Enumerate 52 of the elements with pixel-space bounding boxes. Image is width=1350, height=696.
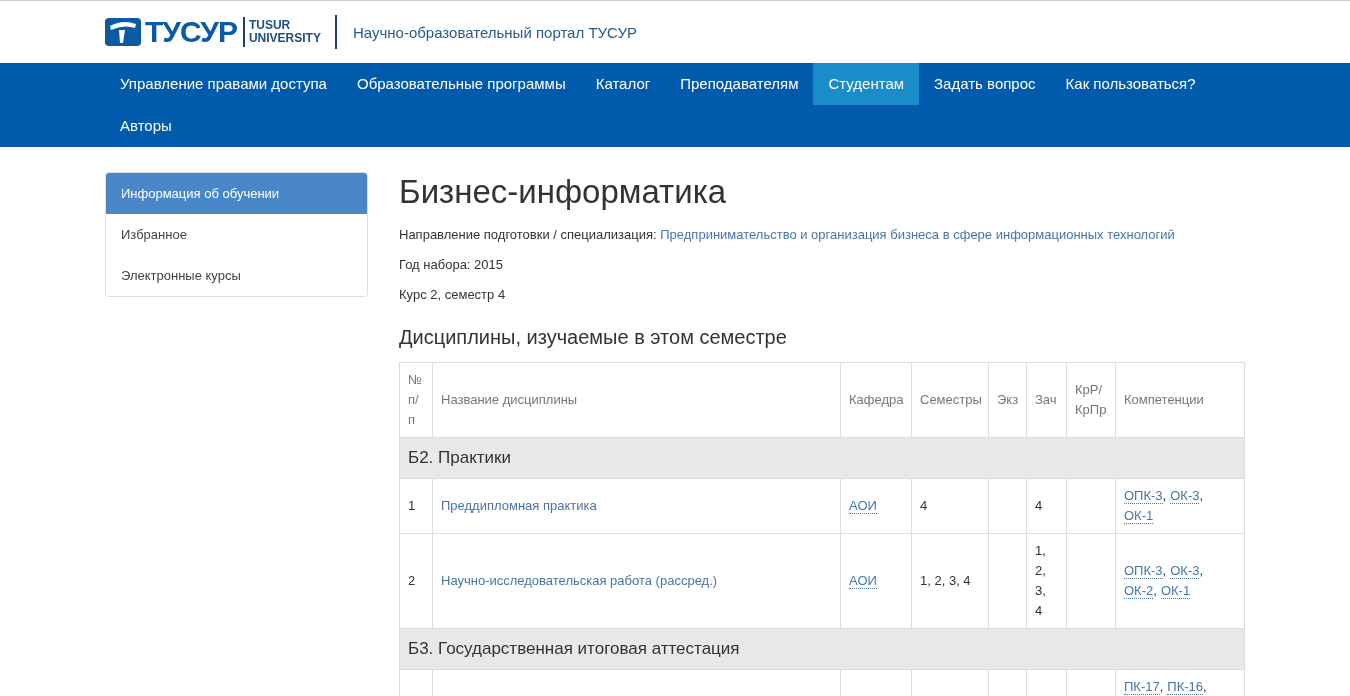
nav-link[interactable]: Студентам bbox=[813, 63, 920, 105]
separator: , bbox=[1162, 488, 1167, 503]
column-header: Кафедра bbox=[840, 362, 912, 438]
table-cell: 4 bbox=[920, 498, 928, 513]
nav-link[interactable]: Задать вопрос bbox=[919, 63, 1051, 105]
competency-link[interactable]: ПК-17 bbox=[1124, 679, 1160, 695]
separator: , bbox=[1159, 679, 1164, 694]
column-header: Компетенции bbox=[1115, 362, 1245, 438]
competency-link[interactable]: ОК-1 bbox=[1124, 508, 1154, 524]
table-cell: 1, 2, 3, 4 bbox=[920, 573, 971, 588]
page-title: Бизнес-информатика bbox=[399, 172, 728, 212]
column-header: № п/п bbox=[399, 362, 433, 438]
nav-link[interactable]: Авторы bbox=[105, 105, 187, 147]
separator: , bbox=[1162, 563, 1167, 578]
nav-link[interactable]: Каталог bbox=[580, 63, 666, 105]
enrollment-year: Год набора: 2015 bbox=[399, 256, 504, 274]
column-header: Семестры bbox=[911, 362, 989, 438]
separator: , bbox=[1199, 563, 1204, 578]
column-header: Название дисциплины bbox=[432, 362, 841, 438]
group-header: Б3. Государственная итоговая аттестация bbox=[399, 628, 1245, 670]
nav-link[interactable]: Преподавателям bbox=[665, 63, 814, 105]
section-heading: Дисциплины, изучаемые в этом семестре bbox=[399, 325, 788, 350]
separator: , bbox=[1203, 679, 1207, 694]
course-info: Курс 2, семестр 4 bbox=[399, 286, 507, 304]
separator: , bbox=[1153, 583, 1157, 598]
column-header: Экз bbox=[988, 362, 1027, 438]
competency-link[interactable]: ОПК-3 bbox=[1124, 563, 1163, 579]
logo-subtitle: UNIVERSITY bbox=[248, 32, 321, 45]
direction-link[interactable]: Предпринимательство и организация бизнеса в сфере информационных технологий bbox=[660, 227, 1175, 242]
discipline-link[interactable]: Научно-исследовательская работа (рассред.) bbox=[441, 573, 718, 588]
table-cell: 2 bbox=[408, 573, 416, 588]
direction-label: Направление подготовки / специализация: bbox=[399, 227, 657, 242]
discipline-link[interactable]: Преддипломная практика bbox=[441, 498, 597, 513]
portal-title[interactable]: Научно-образовательный портал ТУСУР bbox=[352, 23, 637, 41]
column-header: Зач bbox=[1026, 362, 1067, 438]
table-cell-text: 4 bbox=[1035, 497, 1044, 515]
competency-link[interactable]: ОК-1 bbox=[1160, 583, 1191, 599]
department-link[interactable]: АОИ bbox=[849, 573, 877, 589]
table-cell: 1 bbox=[408, 498, 416, 513]
group-header: Б2. Практики bbox=[399, 437, 1245, 479]
sidebar-item[interactable]: Информация об обучении bbox=[106, 173, 367, 214]
table-cell-text: 1, 2, 3, 4 bbox=[1035, 542, 1047, 620]
column-header: КрР/ КрПр bbox=[1066, 362, 1116, 438]
nav-link[interactable]: Как пользоваться? bbox=[1050, 63, 1211, 105]
logo-emblem-icon bbox=[105, 18, 141, 46]
nav-link[interactable]: Управление правами доступа bbox=[105, 63, 342, 105]
competency-link[interactable]: ОПК-3 bbox=[1124, 488, 1163, 504]
nav-link[interactable]: Образовательные программы bbox=[341, 63, 581, 105]
logo-wordmark: ТУСУР bbox=[145, 17, 245, 47]
department-link[interactable]: АОИ bbox=[849, 498, 877, 514]
logo-subtitle: TUSUR bbox=[248, 19, 292, 32]
separator: , bbox=[1199, 488, 1204, 503]
